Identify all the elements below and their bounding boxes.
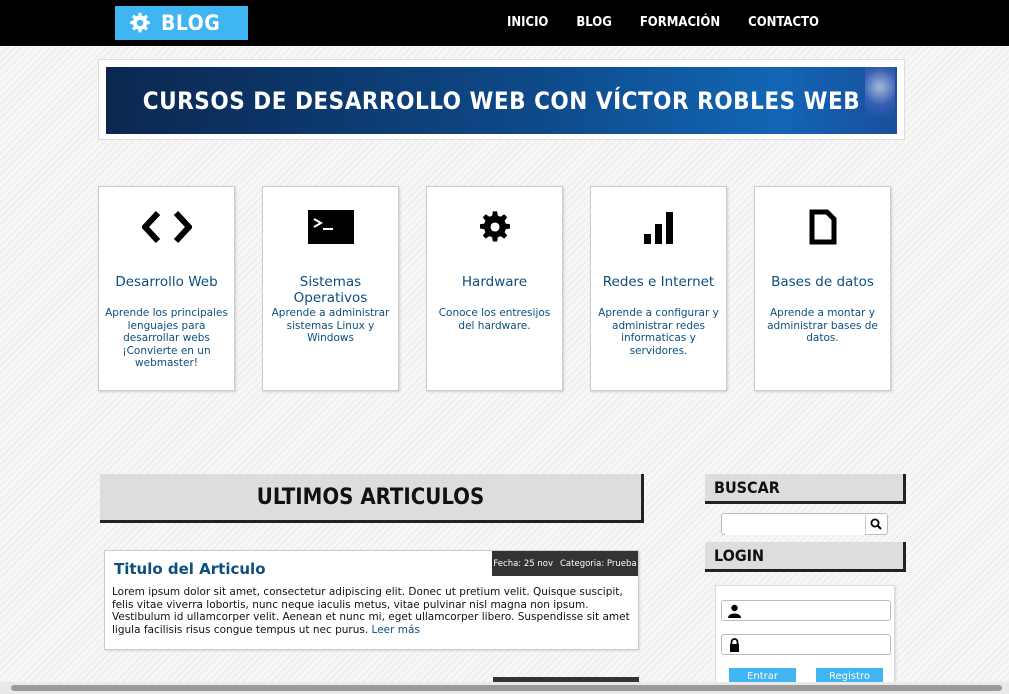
card-title: Redes e Internet	[602, 274, 715, 290]
main-nav: INICIO BLOG FORMACIÓN CONTACTO	[507, 15, 847, 30]
card-title: Hardware	[461, 274, 528, 290]
article-category: Categoria: Prueba	[560, 558, 637, 569]
card-title: Bases de datos	[771, 274, 874, 290]
site-logo[interactable]: BLOG	[115, 6, 248, 40]
hero-banner: CURSOS DE DESARROLLO WEB CON VÍCTOR ROBL…	[106, 67, 897, 134]
article-card: Titulo del Articulo Fecha: 25 nov Catego…	[104, 550, 639, 650]
article-meta: Fecha: 25 nov Categoria: Prueba	[492, 551, 638, 576]
nav-formacion[interactable]: FORMACIÓN	[640, 15, 720, 30]
card-description: Conoce los entresijos del hardware.	[438, 307, 551, 332]
search-icon	[870, 518, 882, 530]
sparkle-decoration	[865, 67, 895, 129]
nav-inicio[interactable]: INICIO	[507, 15, 548, 30]
search-title: BUSCAR	[705, 474, 906, 504]
article-title[interactable]: Titulo del Articulo	[114, 560, 266, 578]
banner-text: CURSOS DE DESARROLLO WEB CON VÍCTOR ROBL…	[142, 86, 861, 115]
logo-text: BLOG	[161, 11, 221, 35]
nav-blog[interactable]: BLOG	[576, 15, 611, 30]
article-body: Lorem ipsum dolor sit amet, consectetur …	[112, 586, 632, 636]
search-input[interactable]	[725, 517, 865, 535]
login-card: Entrar Registro	[715, 585, 895, 686]
login-title: LOGIN	[705, 542, 906, 572]
card-hardware[interactable]: Hardware Conoce los entresijos del hardw…	[426, 186, 563, 391]
user-icon	[728, 604, 741, 618]
section-title: ULTIMOS ARTICULOS	[100, 474, 644, 523]
gear-icon	[130, 12, 150, 33]
banner-frame: CURSOS DE DESARROLLO WEB CON VÍCTOR ROBL…	[98, 59, 905, 140]
gear-icon	[427, 207, 562, 247]
top-navbar: BLOG INICIO BLOG FORMACIÓN CONTACTO	[0, 0, 1009, 46]
card-sistemas-operativos[interactable]: Sistemas Operativos Aprende a administra…	[262, 186, 399, 391]
card-redes-internet[interactable]: Redes e Internet Aprende a configurar y …	[590, 186, 727, 391]
card-title: Sistemas Operativos	[293, 274, 368, 306]
nav-contacto[interactable]: CONTACTO	[748, 15, 819, 30]
code-icon	[99, 207, 234, 247]
password-field	[721, 634, 891, 655]
read-more-link[interactable]: Leer más	[372, 624, 420, 636]
search-button[interactable]	[865, 515, 886, 533]
username-input[interactable]	[746, 603, 886, 618]
password-input[interactable]	[746, 637, 886, 652]
signal-bars-icon	[591, 207, 726, 247]
search-box	[721, 513, 888, 535]
scrollbar-thumb[interactable]	[11, 685, 1002, 691]
card-description: Aprende a administrar sistemas Linux y W…	[271, 307, 390, 344]
card-description: Aprende a configurar y administrar redes…	[598, 307, 719, 357]
card-desarrollo-web[interactable]: Desarrollo Web Aprende los principales l…	[98, 186, 235, 391]
card-description: Aprende los principales lenguajes para d…	[105, 307, 228, 369]
horizontal-scrollbar[interactable]	[0, 682, 1009, 694]
username-field	[721, 600, 891, 621]
document-icon	[755, 207, 890, 247]
lock-icon	[730, 638, 739, 652]
article-date: Fecha: 25 nov	[493, 558, 553, 569]
card-bases-datos[interactable]: Bases de datos Aprende a montar y admini…	[754, 186, 891, 391]
card-title: Desarrollo Web	[115, 274, 218, 290]
card-description: Aprende a montar y administrar bases de …	[767, 307, 878, 344]
terminal-icon	[263, 207, 398, 247]
